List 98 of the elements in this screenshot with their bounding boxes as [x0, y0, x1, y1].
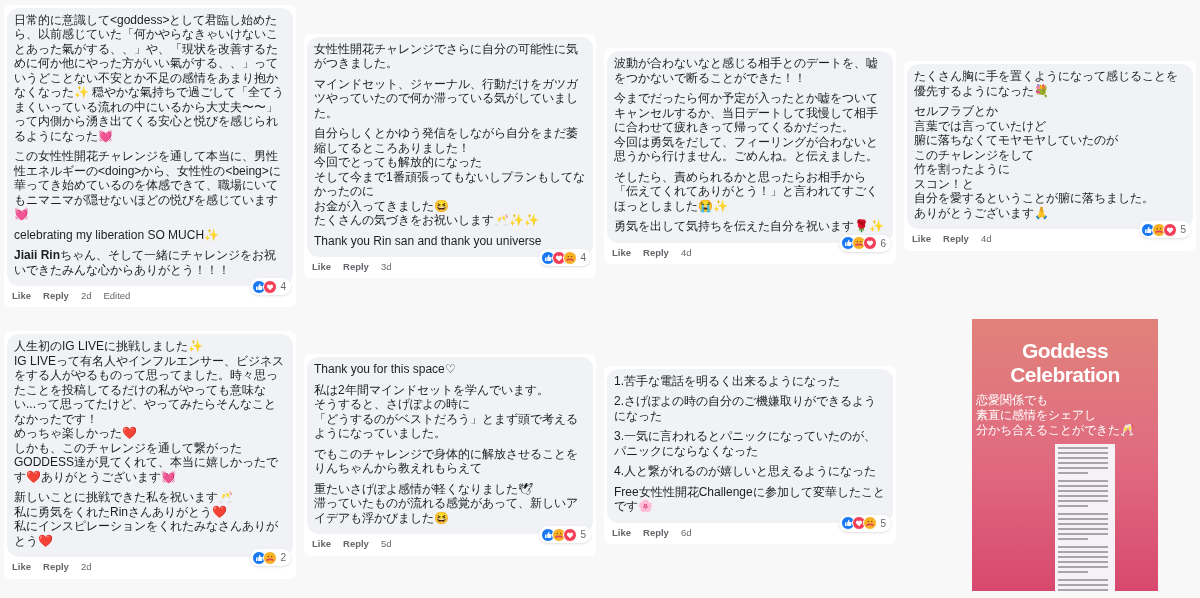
- poster-title: Goddess Celebration: [1009, 339, 1121, 387]
- comment-action-link[interactable]: Reply: [943, 232, 969, 247]
- comment-action-link[interactable]: Reply: [43, 289, 69, 304]
- comment-action-link[interactable]: Reply: [343, 260, 369, 275]
- comment-time: 3d: [380, 260, 392, 275]
- comment-text: 1.苦手な電話を明るく出来るようになった: [614, 373, 841, 389]
- poster-caption: 素直に感情をシェアし: [976, 408, 1097, 423]
- comment-text: 2.さげぽよの時の自分のご機嫌取りができるようになった: [614, 394, 877, 424]
- comment-time: 5d: [380, 537, 392, 552]
- comment-text: 腑に落ちなくてモヤモヤしていたのが: [914, 133, 1119, 148]
- comment-text: お金が入ってきました😆: [314, 198, 450, 214]
- like-reaction-icon: [841, 236, 856, 251]
- comment-text: 竹を割ったように: [914, 162, 1011, 177]
- comment-time: 4d: [680, 245, 692, 260]
- love-reaction-icon: [263, 279, 278, 294]
- comment-action-link[interactable]: Reply: [643, 525, 669, 541]
- comment-text: 今回は勇気をだして、フィーリングが合わないと思うから行けません。ごめんね。と伝えました。: [614, 134, 879, 164]
- reaction-summary[interactable]: 4: [539, 249, 591, 267]
- reaction-summary[interactable]: 4: [250, 278, 291, 296]
- comment-text: 私は2年間マインドセットを学んでいます。: [314, 382, 550, 398]
- comment-text: celebrating my liberation SO MUCH✨: [14, 227, 221, 243]
- comment-text: 新しいことに挑戦できた私を祝います🥂: [14, 490, 234, 505]
- comment-text: 自分を愛するということが腑に落ちました。: [914, 191, 1155, 206]
- poster-caption: 恋愛関係でも: [976, 393, 1049, 408]
- comment-action-link[interactable]: Like: [912, 232, 931, 247]
- care-reaction-icon: [263, 550, 278, 565]
- comment-text: でもこのチャレンジで身体的に解放させることをりんちゃんから教えれもらえて: [314, 446, 579, 476]
- reaction-count: 5: [579, 528, 587, 543]
- comment-time: 4d: [980, 232, 992, 247]
- like-reaction-icon: [1141, 222, 1156, 237]
- like-reaction-icon: [841, 516, 856, 531]
- comment-action-link[interactable]: Like: [612, 525, 631, 541]
- comment-text: 滞っていたものが流れる感覚があって、新しいアイデアも浮かびました😆: [314, 496, 579, 526]
- comment-text: セルフラブとか: [914, 104, 999, 119]
- reaction-summary[interactable]: 6: [839, 234, 891, 252]
- care-reaction-icon: [563, 250, 578, 265]
- comment-action-link[interactable]: Like: [312, 537, 331, 552]
- comment-text: Free女性性開花Challengeに参加して変華したことです🌸: [614, 484, 886, 514]
- reaction-count: 6: [879, 236, 887, 251]
- reaction-summary[interactable]: 5: [1139, 221, 1191, 239]
- comment-text: 言葉では言っていたけど: [914, 118, 1047, 134]
- reaction-summary[interactable]: 5: [839, 514, 891, 532]
- comment-text: 今回でとっても解放的になった: [314, 155, 483, 170]
- comment-text: 4.人と繋がれるのが嬉しいと思えるようになった: [614, 464, 877, 479]
- comment-action-link[interactable]: Like: [312, 260, 331, 275]
- comment-text: この女性性開花チャレンジを通して本当に、男性性エネルギーの<doing>から、女性性の<being>に華ってき始めているのを体感できて、職場にいてもニマニマが隠せないほどの悦びを感じています💓: [14, 149, 282, 222]
- comment-text: スコン！と: [914, 176, 975, 192]
- reaction-count: 5: [879, 516, 887, 531]
- poster-caption: 分かち合えることができた🥂: [976, 423, 1135, 438]
- comment-time: 6d: [680, 525, 692, 540]
- like-reaction-icon: [541, 527, 556, 542]
- comment-text: このチャレンジをして: [914, 147, 1035, 163]
- comment-text: 「どうするのがベストだろう」とまず頭で考えるようになっていました。: [314, 411, 579, 441]
- comment-text: めっちゃ楽しかった❤: [14, 426, 138, 441]
- comment-text: IG LIVEって有名人やインフルエンサー、ビジネスをする人がやるものって思ってました。時々思ったことを投稿してるだけの私がやっても意味ない...って思ってたけど、やってみたらそんなことなかったです！: [14, 353, 286, 427]
- like-reaction-icon: [252, 279, 267, 294]
- care-reaction-icon: [863, 516, 878, 531]
- comment-text: ありがとうございます🙏: [914, 205, 1050, 221]
- comment-text: Thank you for this space♡: [314, 362, 457, 377]
- comment-text: 私にインスピレーションをくれたみなさんありがとう❤: [14, 519, 279, 549]
- comment-action-link[interactable]: Like: [612, 245, 631, 260]
- reaction-count: 2: [279, 551, 287, 566]
- comment-text: そうすると、さげぽよの時に: [314, 397, 471, 412]
- comment-text: そして今まで1番頑張ってもないしプランもしてなかったのに: [314, 169, 586, 199]
- like-reaction-icon: [252, 550, 267, 565]
- comment-text: Jiaii Rinちゃん、そして一緒にチャレンジをお祝いできたみんな心からありがとう！！！: [14, 248, 277, 278]
- comment-text: マインドセット、ジャーナル、行動だけをガツガツやっていたので何か滞っている気がしていました。: [314, 76, 579, 121]
- reaction-count: 5: [1179, 223, 1187, 238]
- reaction-count: 4: [279, 280, 287, 295]
- reaction-count: 4: [579, 251, 587, 266]
- love-reaction-icon: [563, 527, 578, 542]
- comment-action-link[interactable]: Reply: [343, 537, 369, 552]
- reaction-summary[interactable]: 2: [250, 549, 291, 567]
- comment-action-link[interactable]: Like: [12, 560, 31, 575]
- love-reaction-icon: [1163, 222, 1178, 237]
- comment-text: 重たいさげぽよ感情が軽くなりました🕊: [314, 481, 534, 497]
- comment-text: そしたら、責められるかと思ったらお相手から「伝えてくれてありがとう！」と言われてすごくほっとしました😭✨: [614, 169, 879, 214]
- comment-text: Thank you Rin san and thank you universe: [314, 233, 543, 249]
- comment-action-link[interactable]: Like: [12, 289, 31, 304]
- comment-text: 私に勇気をくれたRinさんありがとう❤: [14, 504, 228, 520]
- comment-action-link[interactable]: Reply: [643, 245, 669, 260]
- comment-action-link[interactable]: Reply: [43, 560, 69, 575]
- comment-time: 2d: [80, 289, 92, 304]
- edited-label: Edited: [103, 289, 131, 304]
- comment-text: たくさん胸に手を置くようになって感じることを優先するようになった💐: [914, 69, 1179, 99]
- comment-text: 勇気を出して気持ちを伝えた自分を祝います🌹✨: [614, 219, 885, 234]
- comment-text: 3.一気に言われるとパニックになっていたのが、パニックにならなくなった: [614, 429, 877, 459]
- comment-text: 女性性開花チャレンジでさらに自分の可能性に気がつきました。: [314, 41, 579, 71]
- comment-text: しかも、このチャレンジを通して繋がったGODDESS達が見てくれて、本当に嬉しかったです❤ありがとうございます💓: [14, 440, 279, 485]
- comment-text: たくさんの気づきをお祝いします🥂✨✨: [314, 213, 540, 228]
- comment-time: 2d: [80, 560, 92, 575]
- comment-text: 人生初のIG LIVEに挑戦しました✨: [14, 339, 205, 354]
- reaction-summary[interactable]: 5: [539, 526, 591, 544]
- comment-text: 日常的に意識して<goddess>として君臨し始めたら、以前感じていた「何かやらなきゃいけないことあった氣がする、、」や、「現状を改善するために何か他にやった方がいい氣がする、、」っていうどことない不安とか不足の感情をあまり抱かなくなった✨ 穏やかな氣持ちで過ごして「全てうまくいっている流れの中にいるから大丈夫〜〜」って内側から湧き出てくる安心と悦びを感じられるようになった💓: [14, 12, 286, 144]
- love-reaction-icon: [863, 236, 878, 251]
- comment-text: 波動が合わないなと感じる相手とのデートを、嘘をつかないで断ることができた！！: [614, 56, 879, 86]
- comment-text: 今までだったら何か予定が入ったとか嘘をついてキャンセルするか、当日デートして我慢して相手に合わせて疲れきって帰ってくるかだった。: [614, 91, 879, 135]
- comment-text: 自分らしくとかゆう発信をしながら自分をまだ萎縮してるところありました！: [314, 126, 579, 156]
